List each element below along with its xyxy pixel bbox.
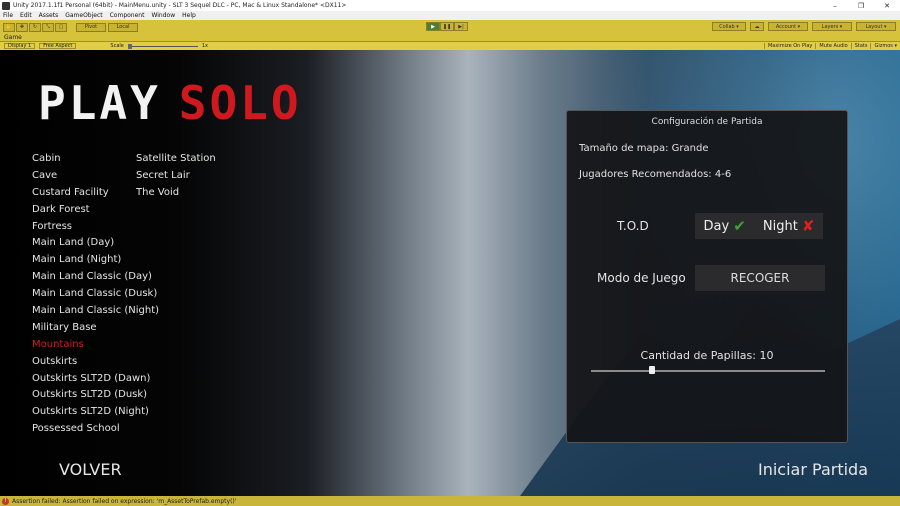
config-title: Configuración de Partida <box>651 117 763 127</box>
minimize-button[interactable]: – <box>822 2 848 10</box>
cloud-icon[interactable]: ☁ <box>750 22 764 31</box>
stats-toggle[interactable]: Stats <box>850 43 871 49</box>
collab-dropdown[interactable]: Collab ▾ <box>712 22 746 31</box>
start-match-button[interactable]: Iniciar Partida <box>758 460 868 479</box>
menu-component[interactable]: Component <box>110 12 145 19</box>
play-solo-logo: PLAY SOLO <box>38 76 302 130</box>
status-message: Assertion failed: Assertion failed on ex… <box>12 497 237 505</box>
scale-label: Scale <box>110 43 124 49</box>
maximize-button[interactable]: ❐ <box>848 2 874 10</box>
play-icon[interactable]: ▶ <box>426 22 440 31</box>
menu-edit[interactable]: Edit <box>20 12 32 19</box>
game-tab[interactable]: Game <box>0 34 900 42</box>
step-icon[interactable]: ▶| <box>454 22 468 31</box>
game-view-bar: Display 1 Free Aspect Scale 1x Maximize … <box>0 42 900 50</box>
display-select[interactable]: Display 1 <box>4 43 36 49</box>
menu-gameobject[interactable]: GameObject <box>65 12 102 19</box>
unity-icon <box>2 1 10 10</box>
map-item[interactable]: Main Land (Night) <box>32 252 159 269</box>
game-tab-label: Game <box>4 34 22 41</box>
menu-bar: File Edit Assets GameObject Component Wi… <box>0 11 900 20</box>
recommended-players-text: Jugadores Recomendados: 4-6 <box>579 169 732 180</box>
scale-slider[interactable] <box>127 43 198 49</box>
back-button[interactable]: VOLVER <box>59 460 122 479</box>
scale-tool-icon[interactable]: ⤡ <box>42 22 54 32</box>
papillas-count-label: Cantidad de Papillas: 10 <box>640 349 774 362</box>
pause-icon[interactable]: ❚❚ <box>440 22 454 31</box>
map-item[interactable]: Outskirts SLT2D (Dusk) <box>32 387 159 404</box>
map-item[interactable]: Outskirts SLT2D (Night) <box>32 404 159 421</box>
tod-night-option[interactable]: Night ✘ <box>763 217 815 235</box>
maximize-on-play-toggle[interactable]: Maximize On Play <box>763 43 815 49</box>
hand-tool-icon[interactable]: ✋ <box>3 22 15 32</box>
map-item[interactable]: Main Land Classic (Day) <box>32 269 159 286</box>
game-view: PLAY SOLO Cabin Cave Custard Facility Dark F… <box>0 50 900 496</box>
papillas-slider-track[interactable] <box>591 370 825 372</box>
map-item[interactable]: Main Land (Day) <box>32 235 159 252</box>
game-mode-button[interactable]: RECOGER <box>695 265 825 291</box>
rotate-tool-icon[interactable]: ↻ <box>29 22 41 32</box>
window-title: Unity 2017.1.1f1 Personal (64bit) - Main… <box>13 2 347 9</box>
map-item[interactable]: Outskirts <box>32 354 159 371</box>
menu-file[interactable]: File <box>3 12 13 19</box>
window-controls: – ❐ ✕ <box>822 2 900 10</box>
mute-audio-toggle[interactable]: Mute Audio <box>815 43 850 49</box>
layout-dropdown[interactable]: Layout ▾ <box>856 22 896 31</box>
aspect-select[interactable]: Free Aspect <box>39 43 77 49</box>
map-item[interactable]: Satellite Station <box>136 151 216 168</box>
rect-tool-icon[interactable]: ▢ <box>55 22 67 32</box>
tod-night-label: Night <box>762 218 798 234</box>
map-item[interactable]: Military Base <box>32 320 159 337</box>
tod-selector: Day ✔ Night ✘ <box>695 213 823 239</box>
menu-assets[interactable]: Assets <box>39 12 59 19</box>
map-item[interactable]: Secret Lair <box>136 168 216 185</box>
tod-label: T.O.D <box>617 219 649 233</box>
menu-window[interactable]: Window <box>151 12 175 19</box>
local-toggle[interactable]: Local <box>108 22 138 32</box>
tod-day-option[interactable]: Day ✔ <box>704 217 746 235</box>
map-item[interactable]: Fortress <box>32 219 159 236</box>
map-item[interactable]: Mountains <box>32 337 159 354</box>
map-item[interactable]: Main Land Classic (Dusk) <box>32 286 159 303</box>
map-size-text: Tamaño de mapa: Grande <box>579 143 709 154</box>
toolbar-right: Collab ▾ ☁ Account ▾ Layers ▾ Layout ▾ <box>708 22 896 31</box>
map-item[interactable]: Dark Forest <box>32 202 159 219</box>
map-item[interactable]: Possessed School <box>32 421 159 438</box>
game-view-toggles: Maximize On Play Mute Audio Stats Gizmos… <box>763 43 900 49</box>
play-controls: ▶ ❚❚ ▶| <box>426 22 468 31</box>
game-mode-label: Modo de Juego <box>597 271 686 285</box>
gizmos-dropdown[interactable]: Gizmos ▾ <box>870 43 900 49</box>
scale-value: 1x <box>201 43 208 49</box>
map-item[interactable]: The Void <box>136 185 216 202</box>
editor-toolbar: ✋ ✥ ↻ ⤡ ▢ Pivot Local ▶ ❚❚ ▶| Collab ▾ ☁… <box>0 20 900 34</box>
logo-word-play: PLAY <box>38 76 161 130</box>
match-config-panel: Configuración de Partida Tamaño de mapa:… <box>566 110 848 443</box>
tod-day-label: Day <box>703 218 730 234</box>
check-icon: ✔ <box>733 217 746 235</box>
map-item[interactable]: Main Land Classic (Night) <box>32 303 159 320</box>
console-status-bar[interactable]: ! Assertion failed: Assertion failed on … <box>0 496 900 506</box>
error-icon: ! <box>2 497 9 505</box>
layers-dropdown[interactable]: Layers ▾ <box>812 22 852 31</box>
papillas-slider-handle[interactable] <box>648 366 655 374</box>
close-button[interactable]: ✕ <box>874 2 900 10</box>
cross-icon: ✘ <box>801 217 815 235</box>
logo-word-solo: SOLO <box>178 76 302 130</box>
account-dropdown[interactable]: Account ▾ <box>768 22 808 31</box>
map-list-column-2: Satellite Station Secret Lair The Void <box>136 151 216 202</box>
editor-title-bar: Unity 2017.1.1f1 Personal (64bit) - Main… <box>0 0 900 11</box>
pivot-toggle[interactable]: Pivot <box>76 22 106 32</box>
menu-help[interactable]: Help <box>182 12 196 19</box>
map-item[interactable]: Outskirts SLT2D (Dawn) <box>32 371 159 388</box>
move-tool-icon[interactable]: ✥ <box>16 22 28 32</box>
